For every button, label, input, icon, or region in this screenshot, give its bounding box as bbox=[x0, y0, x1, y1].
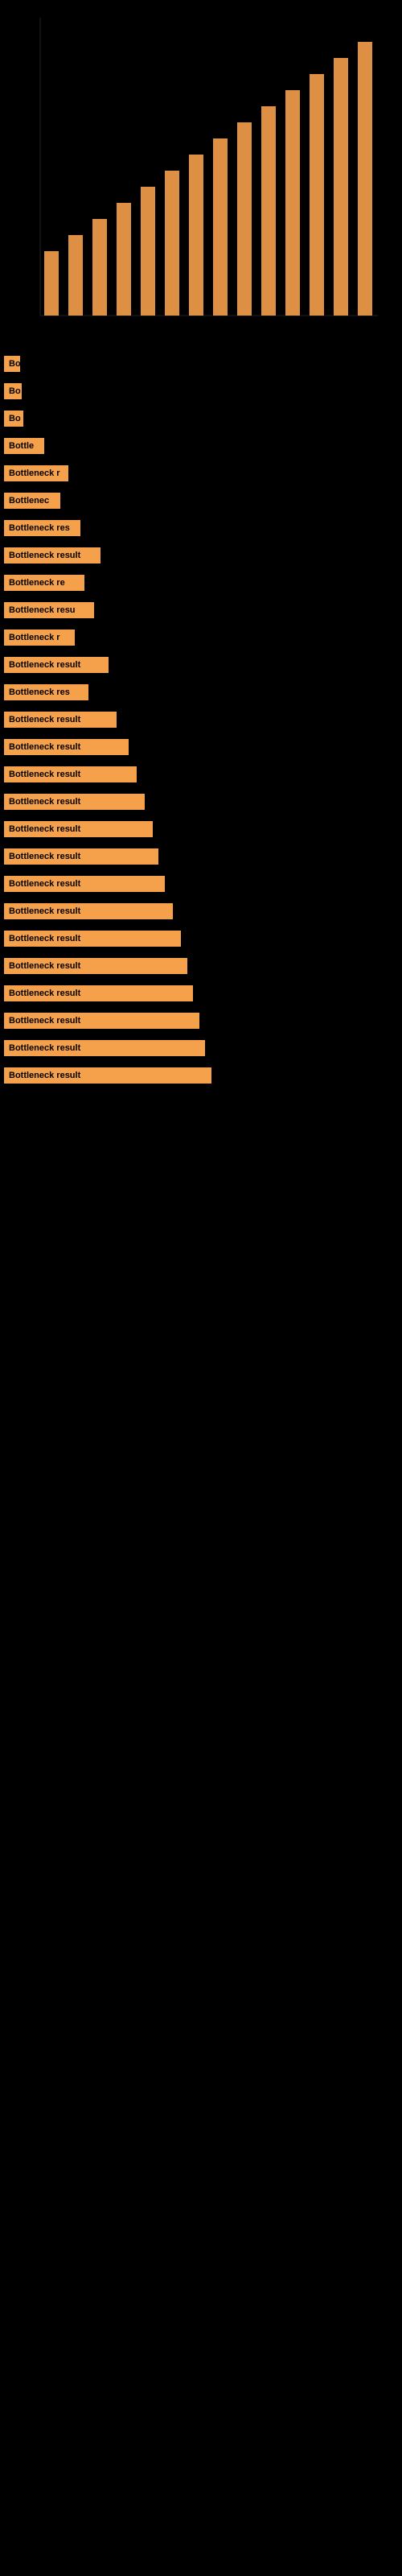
result-label: Bottleneck re bbox=[4, 575, 84, 591]
result-row-11: Bottleneck result bbox=[4, 657, 398, 673]
result-label: Bottleneck result bbox=[4, 1067, 211, 1084]
result-label: Bottleneck r bbox=[4, 465, 68, 481]
result-row-5: Bottlenec bbox=[4, 493, 398, 509]
result-label: Bottleneck result bbox=[4, 1013, 199, 1029]
result-row-16: Bottleneck result bbox=[4, 794, 398, 810]
result-label: Bottleneck r bbox=[4, 630, 75, 646]
result-row-17: Bottleneck result bbox=[4, 821, 398, 837]
result-label: Bottleneck result bbox=[4, 848, 158, 865]
result-row-19: Bottleneck result bbox=[4, 876, 398, 892]
result-row-20: Bottleneck result bbox=[4, 903, 398, 919]
result-label: Bottleneck resu bbox=[4, 602, 94, 618]
result-row-3: Bottle bbox=[4, 438, 398, 454]
result-label: Bottleneck result bbox=[4, 985, 193, 1001]
result-row-6: Bottleneck res bbox=[4, 520, 398, 536]
result-label: Bottleneck result bbox=[4, 766, 137, 782]
result-row-0: Bo bbox=[4, 356, 398, 372]
result-row-2: Bo bbox=[4, 411, 398, 427]
result-label: Bottleneck res bbox=[4, 520, 80, 536]
result-row-23: Bottleneck result bbox=[4, 985, 398, 1001]
result-row-8: Bottleneck re bbox=[4, 575, 398, 591]
result-row-14: Bottleneck result bbox=[4, 739, 398, 755]
result-label: Bottlenec bbox=[4, 493, 60, 509]
result-label: Bottle bbox=[4, 438, 44, 454]
result-row-7: Bottleneck result bbox=[4, 547, 398, 564]
result-label: Bottleneck result bbox=[4, 821, 153, 837]
result-label: Bottleneck result bbox=[4, 876, 165, 892]
result-row-1: Bo bbox=[4, 383, 398, 399]
result-label: Bottleneck result bbox=[4, 903, 173, 919]
result-row-24: Bottleneck result bbox=[4, 1013, 398, 1029]
result-row-10: Bottleneck r bbox=[4, 630, 398, 646]
result-label: Bottleneck result bbox=[4, 712, 117, 728]
result-label: Bottleneck result bbox=[4, 739, 129, 755]
results-container: Bo Bo Bo Bottle Bottleneck r Bottlenec Bottlen… bbox=[0, 348, 402, 1092]
result-label: Bottleneck result bbox=[4, 1040, 205, 1056]
result-row-4: Bottleneck r bbox=[4, 465, 398, 481]
result-row-15: Bottleneck result bbox=[4, 766, 398, 782]
result-row-25: Bottleneck result bbox=[4, 1040, 398, 1056]
result-label: Bottleneck res bbox=[4, 684, 88, 700]
result-row-18: Bottleneck result bbox=[4, 848, 398, 865]
site-title bbox=[0, 0, 402, 10]
result-label: Bottleneck result bbox=[4, 547, 100, 564]
result-row-9: Bottleneck resu bbox=[4, 602, 398, 618]
result-label: Bo bbox=[4, 356, 20, 372]
result-label: Bottleneck result bbox=[4, 794, 145, 810]
result-row-12: Bottleneck res bbox=[4, 684, 398, 700]
result-label: Bo bbox=[4, 411, 23, 427]
chart-area bbox=[0, 10, 402, 348]
result-label: Bottleneck result bbox=[4, 931, 181, 947]
result-row-22: Bottleneck result bbox=[4, 958, 398, 974]
result-row-13: Bottleneck result bbox=[4, 712, 398, 728]
result-label: Bottleneck result bbox=[4, 958, 187, 974]
result-row-26: Bottleneck result bbox=[4, 1067, 398, 1084]
result-label: Bottleneck result bbox=[4, 657, 109, 673]
result-label: Bo bbox=[4, 383, 22, 399]
result-row-21: Bottleneck result bbox=[4, 931, 398, 947]
